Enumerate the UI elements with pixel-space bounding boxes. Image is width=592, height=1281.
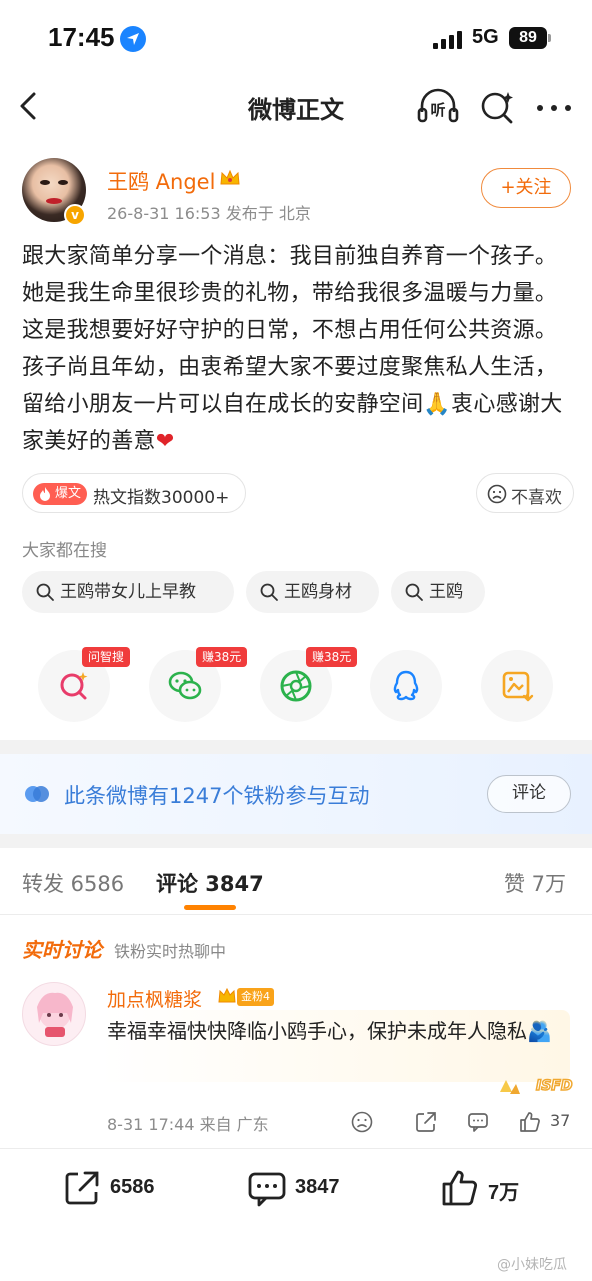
comment-share-icon[interactable]	[414, 1110, 438, 1134]
hot-tag-label: 爆文	[55, 486, 82, 501]
comment-like-icon[interactable]	[518, 1110, 542, 1134]
active-tab-indicator	[184, 905, 236, 910]
nav-bar: 微博正文 听	[0, 78, 592, 134]
ai-search-icon	[60, 672, 88, 700]
comment-reply-icon[interactable]	[466, 1110, 490, 1134]
battery-icon: 89	[509, 27, 547, 49]
battery-tip	[548, 34, 551, 42]
realtime-discussion-title: 实时讨论	[22, 938, 102, 962]
more-dots-icon[interactable]	[532, 86, 576, 126]
qq-penguin-icon	[393, 670, 419, 701]
toolbar-comment-count: 3847	[295, 1176, 340, 1198]
comment-dislike-icon[interactable]	[350, 1110, 374, 1134]
avatar-eye-right	[58, 180, 68, 185]
network-type: 5G	[472, 26, 499, 48]
post-body-text: 跟大家简单分享一个消息：我目前独自养育一个孩子。她是我生命里很珍贵的礼物，带给我…	[22, 244, 563, 454]
avatar-lips	[46, 198, 62, 204]
commenter-name[interactable]: 加点枫糖浆	[107, 985, 202, 1012]
thumbs-up-icon	[442, 1170, 478, 1206]
tab-comment[interactable]: 评论 3847	[156, 868, 264, 898]
comment-meta: 8-31 17:44 来自 广东	[107, 1115, 269, 1134]
moments-reward-tag: 赚38元	[306, 647, 358, 667]
comment-icon	[248, 1172, 286, 1207]
save-image-button[interactable]	[481, 650, 553, 722]
post-meta: 26-8-31 16:53 发布于 北京	[107, 204, 311, 223]
hot-index-pill[interactable]: 爆文 热文指数30000+	[22, 473, 246, 513]
search-icon	[260, 583, 278, 601]
follow-button[interactable]: +关注	[481, 168, 571, 208]
banner-comment-button[interactable]: 评论	[487, 775, 571, 813]
toolbar-like-count: 7万	[488, 1182, 520, 1204]
comment-text: 幸福幸福快快降临小鸥手心，保护未成年人隐私🫂	[107, 1019, 552, 1043]
search-icon	[36, 583, 54, 601]
tab-like[interactable]: 赞 7万	[504, 868, 566, 898]
hot-index-text: 热文指数30000+	[93, 488, 230, 508]
search-icon	[405, 583, 423, 601]
section-divider	[0, 740, 592, 754]
save-image-icon	[502, 671, 534, 702]
avatar-eye-left	[40, 180, 50, 185]
tab-divider	[0, 914, 592, 915]
search-chip[interactable]: 王鸥	[391, 571, 485, 613]
watermark: @小妹吃瓜	[497, 1257, 567, 1273]
wechat-icon	[168, 671, 202, 700]
repost-icon	[65, 1171, 99, 1205]
comment-like-count: 37	[550, 1111, 571, 1130]
location-arrow-icon	[120, 26, 146, 52]
tab-repost[interactable]: 转发 6586	[22, 868, 124, 898]
author-name[interactable]: 王鸥 Angel	[107, 166, 215, 196]
dislike-label: 不喜欢	[511, 488, 562, 508]
fans-chat-icon	[24, 784, 50, 804]
ask-search-tag: 问智搜	[82, 647, 131, 667]
realtime-discussion-subtitle: 铁粉实时热聊中	[114, 942, 227, 961]
search-sparkle-icon[interactable]	[478, 86, 518, 126]
listen-headphones-icon[interactable]: 听	[416, 86, 460, 126]
heart-emoji: ❤	[155, 429, 175, 454]
search-chip-label: 王鸥带女儿上早教	[60, 582, 196, 602]
status-bar: 17:45 5G 89	[0, 0, 592, 78]
fan-level-badge: 金粉4	[237, 988, 274, 1006]
toolbar-like-button[interactable]: 7万	[440, 1168, 530, 1208]
search-chip[interactable]: 王鸥带女儿上早教	[22, 571, 234, 613]
fire-icon	[37, 486, 53, 502]
iron-fans-text: 此条微博有1247个铁粉参与互动	[64, 784, 370, 808]
moments-aperture-icon	[280, 670, 312, 702]
search-chip[interactable]: 王鸥身材	[246, 571, 379, 613]
crown-member-icon	[218, 166, 242, 190]
wechat-reward-tag: 赚38元	[196, 647, 248, 667]
toolbar-divider	[0, 1148, 592, 1149]
toolbar-repost-count: 6586	[110, 1176, 155, 1198]
listen-label: 听	[430, 101, 445, 119]
cellular-signal-icon	[433, 31, 463, 49]
toolbar-comment-button[interactable]: 3847	[247, 1168, 357, 1208]
section-divider	[0, 834, 592, 848]
commenter-avatar[interactable]	[22, 982, 86, 1046]
status-time: 17:45	[48, 22, 115, 52]
iron-fans-banner: 此条微博有1247个铁粉参与互动 评论	[0, 754, 592, 834]
svg-text:ISFD: ISFD	[536, 1078, 572, 1094]
fan-crown-icon	[216, 985, 238, 1007]
post-body: 跟大家简单分享一个消息：我目前独自养育一个孩子。她是我生命里很珍贵的礼物，带给我…	[22, 238, 574, 460]
sad-face-icon	[487, 484, 507, 504]
trending-search-heading: 大家都在搜	[22, 541, 107, 561]
dislike-button[interactable]: 不喜欢	[476, 473, 574, 513]
toolbar-repost-button[interactable]: 6586	[62, 1168, 172, 1208]
search-chip-label: 王鸥	[429, 582, 463, 602]
comment-sticker-icon: ISFD	[496, 1066, 574, 1100]
search-chip-label: 王鸥身材	[284, 582, 352, 602]
verified-badge-icon: v	[64, 204, 86, 226]
qq-share-button[interactable]	[370, 650, 442, 722]
